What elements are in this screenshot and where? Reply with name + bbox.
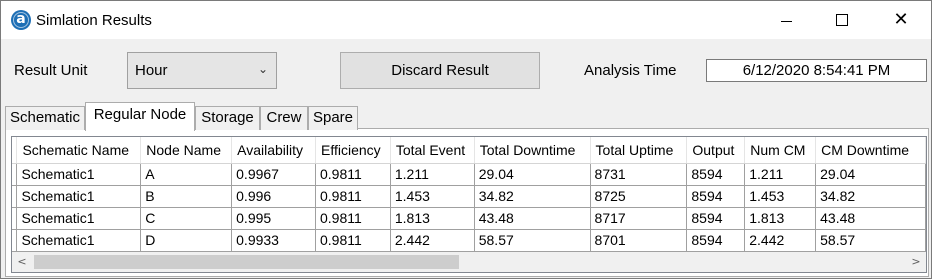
table-cell[interactable]: 0.995 [231, 207, 316, 230]
tab-spare[interactable]: Spare [308, 106, 358, 130]
column-header[interactable]: Node Name [140, 137, 233, 164]
column-header[interactable]: Num CM [744, 137, 817, 164]
table-cell[interactable]: 43.48 [474, 207, 591, 230]
table-cell[interactable]: 8594 [686, 185, 746, 208]
table-cell[interactable]: 8594 [686, 229, 746, 252]
analysis-time-label: Analysis Time [584, 62, 677, 79]
analysis-time-field[interactable]: 6/12/2020 8:54:41 PM [706, 59, 927, 82]
table-row[interactable]: Schematic1 A 0.9967 0.9811 1.211 29.04 8… [12, 163, 926, 186]
table-cell[interactable]: 1.211 [390, 163, 475, 186]
header-row: Schematic Name Node Name Availability Ef… [12, 137, 926, 164]
table-cell[interactable]: 0.9811 [315, 207, 391, 230]
column-header[interactable]: Schematic Name [16, 137, 142, 164]
table-cell[interactable]: 1.211 [744, 163, 817, 186]
minimize-icon [780, 20, 792, 22]
table-cell[interactable]: D [140, 229, 233, 252]
column-header[interactable]: Availability [231, 137, 316, 164]
window-title: Simlation Results [36, 12, 152, 29]
table-cell[interactable]: Schematic1 [16, 185, 142, 208]
table-cell[interactable]: 1.813 [744, 207, 817, 230]
table-cell[interactable]: 0.9967 [231, 163, 316, 186]
table-cell[interactable]: B [140, 185, 233, 208]
tab-regular-node[interactable]: Regular Node [85, 102, 195, 131]
table-cell[interactable]: 1.453 [390, 185, 475, 208]
horizontal-scrollbar[interactable]: < > [12, 252, 926, 272]
table-cell[interactable]: 43.48 [815, 207, 926, 230]
tab-schematic[interactable]: Schematic [5, 106, 85, 130]
table-cell[interactable]: 58.57 [815, 229, 926, 252]
table-cell[interactable]: 8701 [590, 229, 688, 252]
table-cell[interactable]: 58.57 [474, 229, 591, 252]
table-cell[interactable]: 2.442 [390, 229, 475, 252]
maximize-button[interactable] [819, 1, 865, 39]
table-cell[interactable]: 0.9811 [315, 185, 391, 208]
table-cell[interactable]: 0.9933 [231, 229, 316, 252]
table-cell[interactable]: 29.04 [815, 163, 926, 186]
table-cell[interactable]: 2.442 [744, 229, 817, 252]
table-cell[interactable]: A [140, 163, 233, 186]
maximize-icon [836, 14, 848, 26]
table-cell[interactable]: 8594 [686, 163, 746, 186]
chevron-down-icon: ⌄ [257, 62, 268, 76]
scrollbar-thumb[interactable] [34, 255, 459, 269]
chevron-left-icon[interactable]: < [12, 252, 32, 272]
column-header[interactable]: Total Uptime [590, 137, 688, 164]
table-cell[interactable]: 8725 [590, 185, 688, 208]
tab-storage[interactable]: Storage [195, 106, 260, 130]
app-logo-icon: a [11, 10, 31, 30]
column-header[interactable]: CM Downtime [815, 137, 926, 164]
close-icon: ✕ [893, 9, 909, 30]
result-unit-select[interactable]: Hour ⌄ [127, 52, 277, 89]
table-cell[interactable]: Schematic1 [16, 229, 142, 252]
table-cell[interactable]: 34.82 [815, 185, 926, 208]
close-button[interactable]: ✕ [878, 1, 924, 39]
table-cell[interactable]: 8731 [590, 163, 688, 186]
simulation-results-window: a Simlation Results ✕ Result Unit Hour ⌄… [0, 0, 932, 279]
table-cell[interactable]: Schematic1 [16, 163, 142, 186]
column-header[interactable]: Total Event [390, 137, 475, 164]
table-cell[interactable]: 1.453 [744, 185, 817, 208]
table-cell[interactable]: 34.82 [474, 185, 591, 208]
table-cell[interactable]: 0.9811 [315, 163, 391, 186]
table-row[interactable]: Schematic1 B 0.996 0.9811 1.453 34.82 87… [12, 185, 926, 208]
table-cell[interactable]: Schematic1 [16, 207, 142, 230]
result-unit-label: Result Unit [14, 62, 88, 79]
table-cell[interactable]: 8594 [686, 207, 746, 230]
minimize-button[interactable] [763, 1, 809, 39]
table-cell[interactable]: C [140, 207, 233, 230]
title-bar: a Simlation Results ✕ [1, 1, 931, 39]
column-header[interactable]: Output [686, 137, 746, 164]
table-row[interactable]: Schematic1 D 0.9933 0.9811 2.442 58.57 8… [12, 229, 926, 252]
tab-crew[interactable]: Crew [260, 106, 308, 130]
results-table: Schematic Name Node Name Availability Ef… [12, 137, 926, 252]
chevron-right-icon[interactable]: > [906, 252, 926, 272]
table-cell[interactable]: 0.9811 [315, 229, 391, 252]
table-cell[interactable]: 1.813 [390, 207, 475, 230]
result-unit-value: Hour [135, 62, 168, 79]
table-row[interactable]: Schematic1 C 0.995 0.9811 1.813 43.48 87… [12, 207, 926, 230]
table-cell[interactable]: 29.04 [474, 163, 591, 186]
column-header[interactable]: Efficiency [315, 137, 391, 164]
discard-result-button[interactable]: Discard Result [340, 52, 540, 89]
table-cell[interactable]: 0.996 [231, 185, 316, 208]
column-header[interactable]: Total Downtime [474, 137, 591, 164]
table-cell[interactable]: 8717 [590, 207, 688, 230]
